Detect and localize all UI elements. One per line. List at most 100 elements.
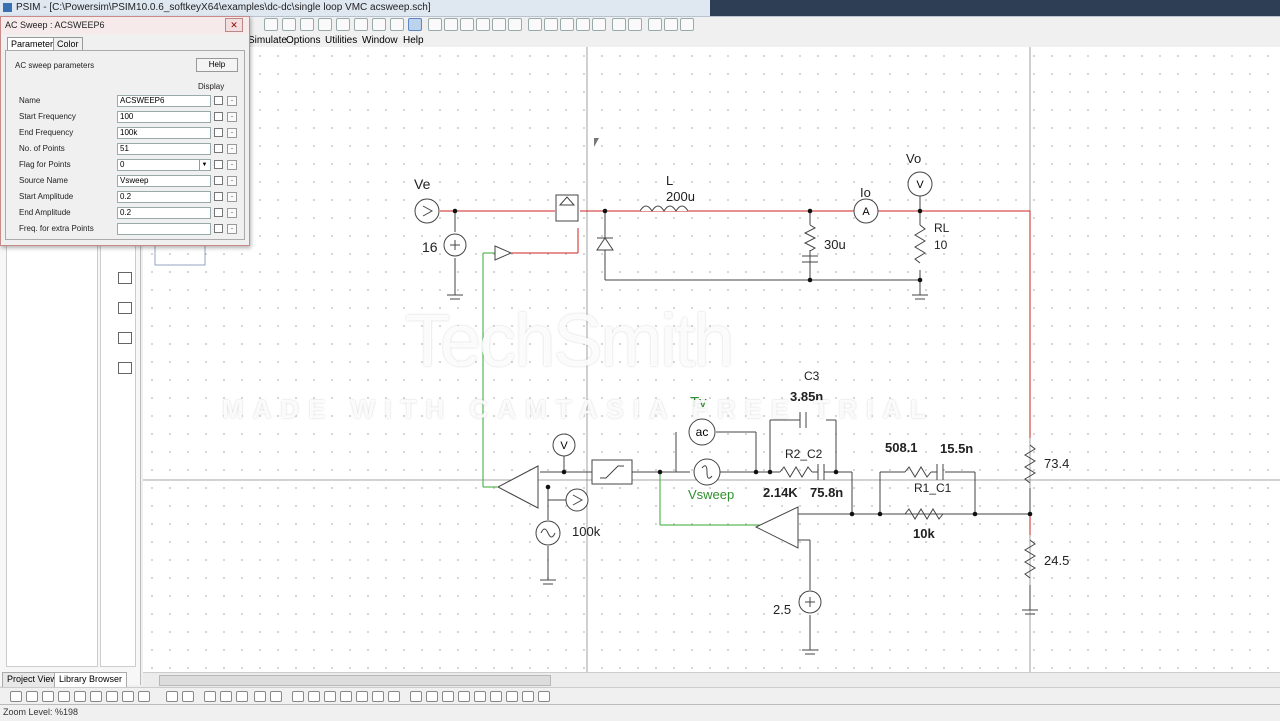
element-icon[interactable] [236,691,248,702]
end-frequency-field[interactable]: 100k [117,127,211,139]
param-label: Start Frequency [19,112,76,121]
label-rl: RL [934,221,950,235]
element-icon[interactable] [138,691,150,702]
mosfet-icon[interactable] [555,194,579,222]
element-icon[interactable] [204,691,216,702]
source-name-field[interactable]: Vsweep [117,175,211,187]
param-label: End Frequency [19,128,74,137]
param-label: Source Name [19,176,68,185]
element-icon[interactable] [538,691,550,702]
voltage-probe-icon[interactable] [414,198,440,224]
param-expand-button[interactable]: - [227,112,237,122]
param-expand-button[interactable]: - [227,144,237,154]
label-cap-value: 30u [824,237,846,252]
zoom-level: Zoom Level: %198 [3,707,79,717]
element-icon[interactable] [372,691,384,702]
label-tv: Tv [690,394,707,411]
element-icon[interactable] [324,691,336,702]
label-73-4: 73.4 [1044,456,1069,471]
label-io: Io [860,185,871,200]
help-button[interactable]: Help [196,58,238,72]
display-checkbox[interactable] [214,176,223,185]
element-icon[interactable] [410,691,422,702]
label-rl-value: 10 [934,238,948,252]
element-icon[interactable] [356,691,368,702]
display-checkbox[interactable] [214,128,223,137]
element-icon[interactable] [292,691,304,702]
param-expand-button[interactable]: - [227,96,237,106]
dialog-title: AC Sweep : ACSWEEP6 [5,20,105,30]
display-checkbox[interactable] [214,96,223,105]
param-expand-button[interactable]: - [227,128,237,138]
display-checkbox[interactable] [214,224,223,233]
points-field[interactable]: 51 [117,143,211,155]
display-checkbox[interactable] [214,112,223,121]
element-icon[interactable] [458,691,470,702]
element-icon[interactable] [182,691,194,702]
voltmeter-symbol: V [560,440,568,452]
label-100k: 100k [572,524,601,539]
element-icon[interactable] [42,691,54,702]
horizontal-scrollbar[interactable] [143,672,1280,687]
dialog-title-bar[interactable]: AC Sweep : ACSWEEP6 ✕ [1,17,249,34]
param-name-field[interactable]: ACSWEEP6 [117,95,211,107]
voltmeter-symbol: V [916,179,924,191]
param-expand-button[interactable]: - [227,224,237,234]
element-icon[interactable] [426,691,438,702]
label-r2-c2: R2_C2 [785,447,823,461]
voltage-probe-icon[interactable] [565,488,589,512]
label-r2-value: 2.14K [763,485,798,500]
element-toolbar [0,687,1280,705]
element-icon[interactable] [254,691,266,702]
element-icon[interactable] [388,691,400,702]
display-checkbox[interactable] [214,208,223,217]
element-icon[interactable] [74,691,86,702]
label-ve: Ve [414,176,431,192]
label-inductor: L [666,173,673,188]
element-icon[interactable] [522,691,534,702]
label-c1-value: 15.5n [940,441,973,456]
element-icon[interactable] [506,691,518,702]
chevron-down-icon[interactable]: ▼ [199,160,209,170]
start-frequency-field[interactable]: 100 [117,111,211,123]
param-expand-button[interactable]: - [227,176,237,186]
param-label: Start Amplitude [19,192,74,201]
dialog-body: AC sweep parameters Display Name ACSWEEP… [5,50,245,240]
element-icon[interactable] [90,691,102,702]
element-icon[interactable] [442,691,454,702]
element-icon[interactable] [270,691,282,702]
param-expand-button[interactable]: - [227,208,237,218]
label-c3: C3 [804,369,820,383]
extra-points-field[interactable] [117,223,211,235]
label-vo: Vo [906,151,921,166]
element-icon[interactable] [474,691,486,702]
inductor-icon [639,205,689,212]
label-16: 16 [422,239,438,255]
element-icon[interactable] [308,691,320,702]
label-r1-c1: R1_C1 [914,481,952,495]
display-checkbox[interactable] [214,160,223,169]
ac-probe-label: ac [696,425,709,439]
diode-icon [596,237,614,251]
element-icon[interactable] [58,691,70,702]
param-expand-button[interactable]: - [227,160,237,170]
ammeter-symbol: A [862,206,870,218]
display-checkbox[interactable] [214,192,223,201]
label-2-5: 2.5 [773,602,791,617]
flag-points-select[interactable]: 0 [117,159,211,171]
element-icon[interactable] [490,691,502,702]
param-expand-button[interactable]: - [227,192,237,202]
element-icon[interactable] [122,691,134,702]
close-icon[interactable]: ✕ [225,18,243,32]
element-icon[interactable] [26,691,38,702]
label-10k: 10k [913,526,935,541]
display-checkbox[interactable] [214,144,223,153]
element-icon[interactable] [220,691,232,702]
element-icon[interactable] [106,691,118,702]
scroll-thumb[interactable] [159,675,551,686]
end-amplitude-field[interactable]: 0.2 [117,207,211,219]
element-icon[interactable] [340,691,352,702]
start-amplitude-field[interactable]: 0.2 [117,191,211,203]
element-icon[interactable] [10,691,22,702]
element-icon[interactable] [166,691,178,702]
